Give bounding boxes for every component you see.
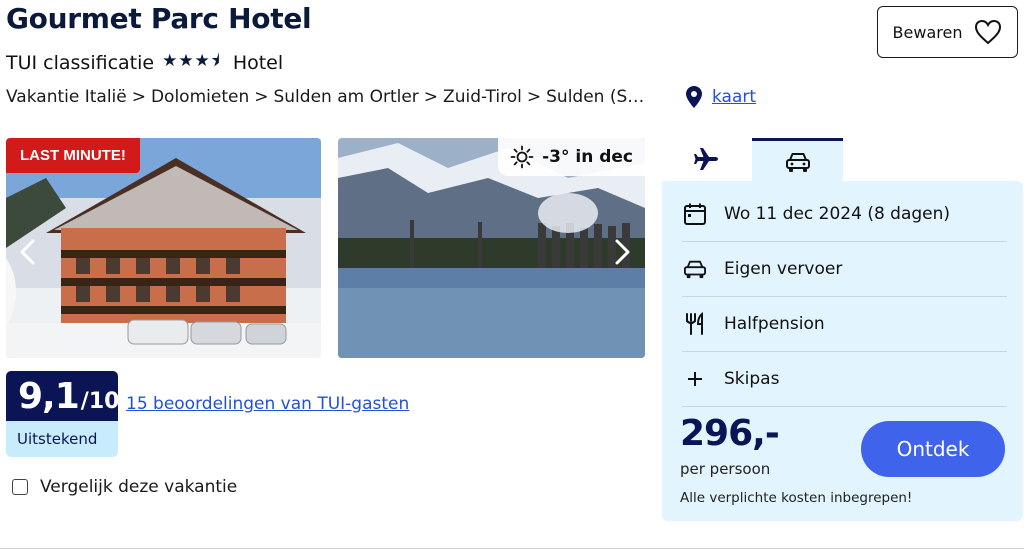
breadcrumb-item[interactable]: Zuid-Tirol [443, 87, 522, 107]
map-link-label[interactable]: kaart [712, 87, 756, 107]
weather-text: -3° in dec [542, 147, 633, 167]
detail-text: Halfpension [724, 313, 825, 334]
detail-extra: Skipas [682, 351, 1007, 407]
sun-icon [510, 145, 534, 169]
hotel-title: Gourmet Parc Hotel [6, 2, 312, 35]
tab-own-transport[interactable] [752, 138, 843, 182]
detail-date: Wo 11 dec 2024 (8 dagen) [682, 186, 1007, 242]
breadcrumb-item[interactable]: Dolomieten [151, 87, 249, 107]
breadcrumb-item[interactable]: Vakantie Italië [6, 87, 127, 107]
calendar-icon [682, 202, 708, 226]
tab-flight[interactable] [664, 138, 750, 180]
breadcrumb-separator: > [526, 87, 542, 107]
gallery-photo-pool[interactable]: -3° in dec [338, 138, 645, 358]
rating-badge: 9,1 /10 Uitstekend [6, 371, 118, 457]
chevron-right-icon[interactable] [610, 238, 634, 266]
classification-label: TUI classificatie [6, 51, 155, 74]
detail-text: Skipas [724, 368, 780, 389]
divider [0, 548, 1024, 549]
cutlery-icon [682, 311, 708, 336]
price-note: Alle verplichte kosten inbegrepen! [680, 490, 913, 506]
heart-icon [975, 19, 1002, 45]
detail-text: Eigen vervoer [724, 258, 843, 279]
detail-text: Wo 11 dec 2024 (8 dagen) [724, 203, 951, 224]
weather-badge: -3° in dec [498, 138, 645, 176]
compare-label: Vergelijk deze vakantie [40, 477, 238, 497]
detail-transport: Eigen vervoer [682, 241, 1007, 297]
breadcrumb: Vakantie Italië > Dolomieten > Sulden am Ort… [6, 87, 644, 107]
breadcrumb-separator: > [423, 87, 439, 107]
rating-label: Uitstekend [6, 421, 118, 457]
rating-score: 9,1 /10 [6, 371, 118, 421]
breadcrumb-separator: > [131, 87, 146, 107]
map-pin-icon [686, 86, 702, 108]
price: 296,- [680, 413, 780, 454]
price-unit: per persoon [680, 460, 771, 478]
car-icon [785, 152, 810, 172]
booking-panel: Wo 11 dec 2024 (8 dagen) Eigen vervoer H… [662, 181, 1023, 521]
map-link[interactable]: kaart [686, 86, 756, 108]
save-button[interactable]: Bewaren [877, 6, 1018, 58]
breadcrumb-item[interactable]: Sulden am Ortler [273, 87, 418, 107]
rating-scale: /10 [80, 389, 118, 414]
gallery-photo-hotel[interactable]: LAST MINUTE! [6, 138, 321, 358]
last-minute-badge: LAST MINUTE! [6, 138, 140, 173]
car-icon [682, 258, 708, 280]
save-button-label: Bewaren [892, 22, 963, 42]
compare-option[interactable]: Vergelijk deze vakantie [12, 477, 237, 497]
plus-icon [682, 370, 708, 388]
detail-board: Halfpension [682, 296, 1007, 352]
classification-line: TUI classificatie ★★★⯨ Hotel [6, 48, 283, 77]
breadcrumb-separator: > [254, 87, 269, 107]
star-rating: ★★★⯨ [162, 51, 221, 71]
rating-value: 9,1 [18, 376, 80, 417]
accommodation-type: Hotel [232, 51, 284, 74]
reviews-link[interactable]: 15 beoordelingen van TUI-gasten [126, 394, 409, 414]
compare-checkbox[interactable] [12, 479, 28, 495]
chevron-left-icon[interactable] [16, 238, 40, 266]
breadcrumb-item[interactable]: Sulden (S… [546, 87, 644, 107]
discover-button[interactable]: Ontdek [861, 421, 1005, 477]
airplane-icon [694, 148, 718, 170]
